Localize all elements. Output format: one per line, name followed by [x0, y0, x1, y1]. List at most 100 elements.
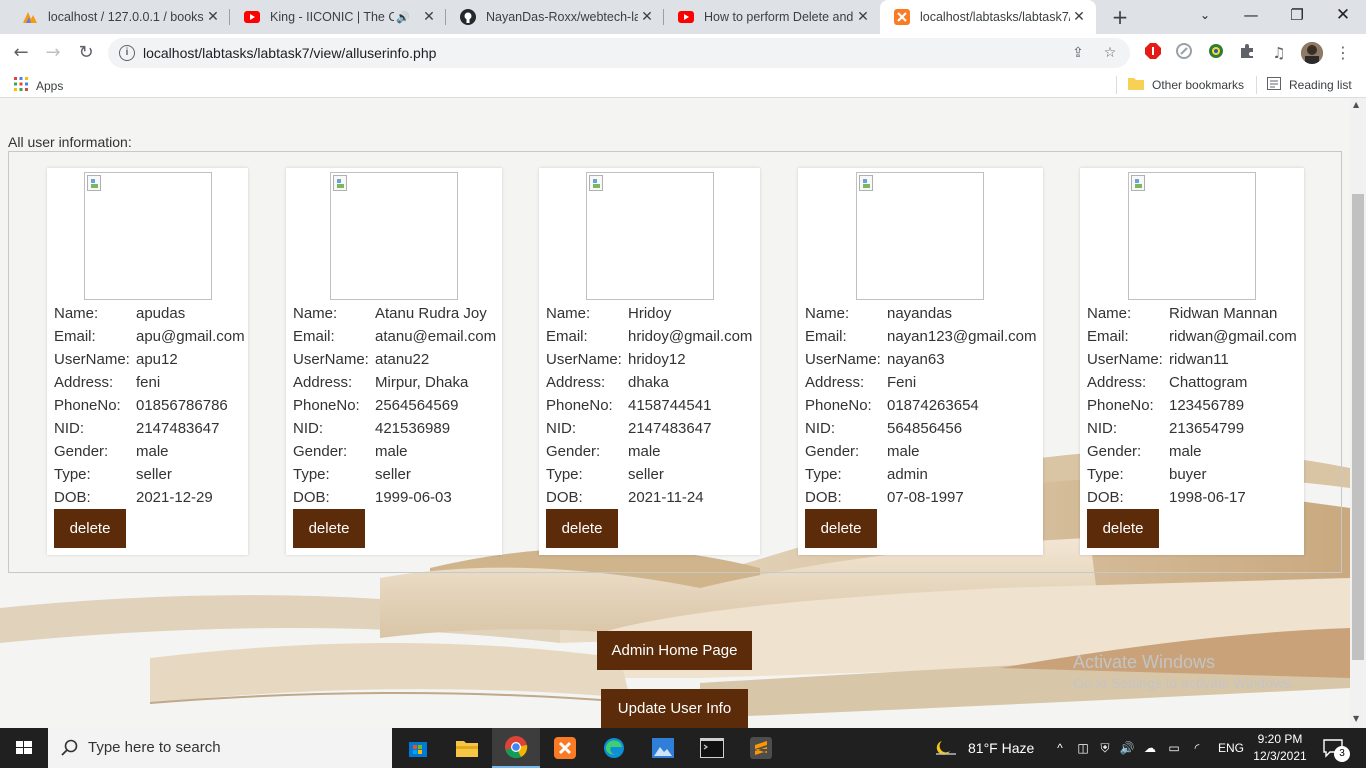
clock-time: 9:20 PM: [1257, 732, 1303, 746]
update-user-info-button[interactable]: Update User Info: [601, 689, 748, 728]
broken-image-icon: [589, 175, 603, 191]
apps-grid-icon: [14, 77, 28, 94]
camera-icon[interactable]: ◫: [1072, 741, 1094, 755]
notification-center-icon[interactable]: 3: [1322, 728, 1350, 768]
share-icon[interactable]: ⇪: [1069, 44, 1087, 62]
nid-value: 2147483647: [628, 420, 712, 437]
globe-extension-icon[interactable]: [1206, 43, 1226, 63]
new-tab-button[interactable]: +: [1108, 4, 1132, 30]
tab-youtube-king[interactable]: King - IICONIC | The Carr 🔊 ✕: [230, 0, 446, 34]
name-label: Name:: [54, 305, 99, 322]
gender-value: male: [887, 443, 920, 460]
back-arrow-icon[interactable]: ←: [8, 41, 34, 65]
close-tab-icon[interactable]: ✕: [854, 9, 872, 25]
nid-value: 421536989: [375, 420, 451, 437]
tab-phpmyadmin[interactable]: localhost / 127.0.0.1 / booksh ✕: [8, 0, 230, 34]
user-card: Name: apudas Email: apu@gmail.com UserName…: [47, 168, 248, 555]
reading-list-label: Reading list: [1289, 78, 1352, 92]
gender-label: Gender:: [1087, 443, 1142, 460]
delete-button[interactable]: delete: [546, 509, 618, 548]
maximize-button[interactable]: ❐: [1274, 0, 1320, 34]
page-scrollbar[interactable]: ▲ ▼: [1350, 98, 1366, 728]
phone-value: 2564564569: [375, 397, 459, 414]
delete-button[interactable]: delete: [293, 509, 365, 548]
address-label: Address:: [54, 374, 114, 391]
store-app-icon[interactable]: [394, 728, 442, 768]
profile-avatar[interactable]: [1301, 42, 1323, 64]
url-text[interactable]: localhost/labtasks/labtask7/view/alluser…: [143, 45, 436, 61]
scroll-down-icon[interactable]: ▼: [1353, 714, 1359, 723]
type-value: seller: [375, 466, 411, 483]
admin-home-button[interactable]: Admin Home Page: [597, 631, 752, 670]
sublime-text-app-icon[interactable]: [737, 728, 785, 768]
name-label: Name:: [805, 305, 850, 322]
windows-logo-icon: [16, 741, 32, 754]
address-bar[interactable]: i localhost/labtasks/labtask7/view/allus…: [108, 38, 1130, 68]
type-label: Type:: [805, 466, 842, 483]
type-value: seller: [628, 466, 664, 483]
edge-app-icon[interactable]: [590, 728, 638, 768]
other-bookmarks-label: Other bookmarks: [1152, 78, 1245, 92]
clock-date: 12/3/2021: [1253, 749, 1307, 763]
language-indicator[interactable]: ENG: [1218, 728, 1244, 768]
vpn-shield-icon[interactable]: ⛨: [1094, 741, 1116, 756]
nid-value: 564856456: [887, 420, 963, 437]
extensions-puzzle-icon[interactable]: [1237, 43, 1257, 63]
tab-title: NayanDas-Roxx/webtech-lab: [486, 10, 638, 24]
gender-value: male: [136, 443, 169, 460]
volume-icon[interactable]: 🔊: [1116, 741, 1138, 755]
apps-bookmark[interactable]: Apps: [14, 77, 63, 94]
tab-title: King - IICONIC | The Carr: [270, 10, 394, 24]
broken-image-icon: [87, 175, 101, 191]
delete-button[interactable]: delete: [1087, 509, 1159, 548]
media-control-icon[interactable]: ♫: [1269, 43, 1289, 63]
chrome-app-icon[interactable]: [492, 728, 540, 768]
taskbar-clock[interactable]: 9:20 PM 12/3/2021: [1246, 731, 1314, 765]
taskbar-search-box[interactable]: Type here to search: [48, 728, 392, 768]
address-value: feni: [136, 374, 161, 391]
wifi-icon[interactable]: ◜: [1186, 741, 1208, 755]
photos-app-icon[interactable]: [639, 728, 687, 768]
gender-label: Gender:: [54, 443, 109, 460]
xampp-app-icon[interactable]: [541, 728, 589, 768]
start-button[interactable]: [0, 728, 48, 768]
tab-github[interactable]: NayanDas-Roxx/webtech-lab ✕: [446, 0, 664, 34]
close-tab-icon[interactable]: ✕: [420, 9, 438, 25]
menu-kebab-icon[interactable]: ⋮: [1333, 43, 1353, 63]
battery-icon[interactable]: ▭: [1162, 741, 1186, 755]
phone-value: 01856786786: [136, 397, 228, 414]
minimize-button[interactable]: —: [1228, 0, 1274, 34]
delete-button[interactable]: delete: [54, 509, 126, 548]
audio-playing-icon[interactable]: 🔊: [394, 11, 412, 24]
username-label: UserName:: [546, 351, 622, 368]
close-tab-icon[interactable]: ✕: [1070, 9, 1088, 25]
site-info-icon[interactable]: i: [119, 45, 135, 61]
weather-widget[interactable]: 81°F Haze: [934, 728, 1034, 768]
name-value: Atanu Rudra Joy: [375, 305, 487, 322]
scrollbar-thumb[interactable]: [1352, 194, 1364, 660]
tab-youtube-delete[interactable]: How to perform Delete and E ✕: [664, 0, 880, 34]
reading-list[interactable]: Reading list: [1267, 77, 1352, 93]
bookmark-star-icon[interactable]: ☆: [1101, 44, 1119, 62]
scroll-up-icon[interactable]: ▲: [1353, 100, 1359, 109]
close-tab-icon[interactable]: ✕: [204, 9, 222, 25]
close-tab-icon[interactable]: ✕: [638, 9, 656, 25]
reload-icon[interactable]: ↻: [73, 41, 99, 65]
terminal-app-icon[interactable]: [688, 728, 736, 768]
onedrive-cloud-icon[interactable]: ☁: [1138, 741, 1162, 755]
close-window-button[interactable]: ✕: [1320, 0, 1366, 34]
dob-value: 1999-06-03: [375, 489, 452, 506]
extension-circle-icon[interactable]: [1174, 43, 1194, 63]
tab-localhost-active[interactable]: localhost/labtasks/labtask7/v ✕: [880, 0, 1096, 34]
other-bookmarks[interactable]: Other bookmarks: [1128, 77, 1244, 93]
tab-search-icon[interactable]: ⌄: [1182, 0, 1228, 34]
email-label: Email:: [1087, 328, 1129, 345]
name-label: Name:: [293, 305, 338, 322]
adblock-extension-icon[interactable]: [1143, 43, 1163, 63]
watermark-title: Activate Windows: [1073, 652, 1216, 672]
file-explorer-icon[interactable]: [443, 728, 491, 768]
type-label: Type:: [54, 466, 91, 483]
chevron-up-icon[interactable]: ^: [1048, 741, 1072, 755]
delete-button[interactable]: delete: [805, 509, 877, 548]
forward-arrow-icon[interactable]: →: [40, 41, 66, 65]
